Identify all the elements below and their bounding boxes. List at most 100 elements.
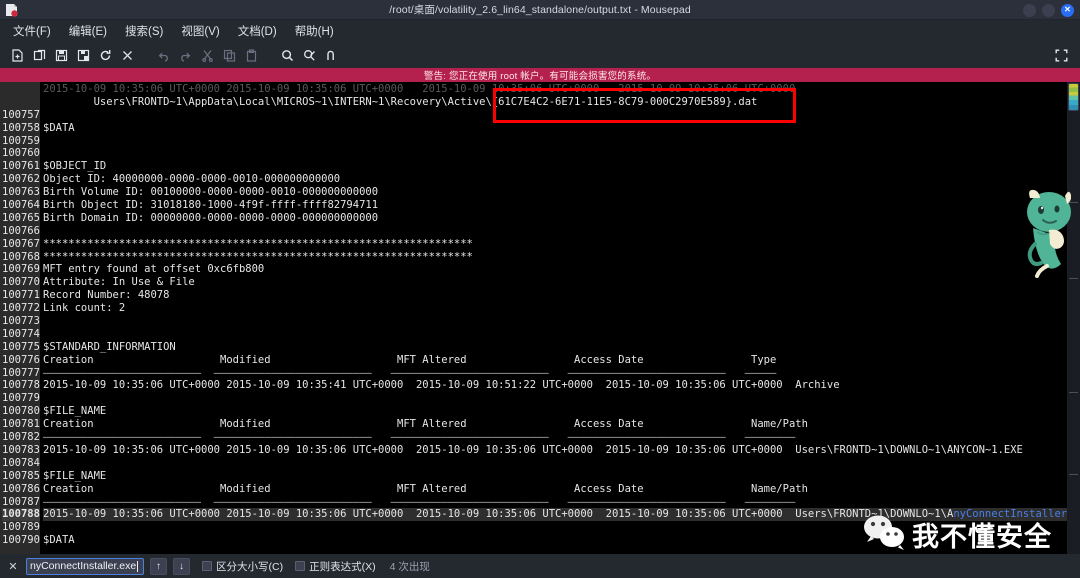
line-number: 100782 [2, 431, 40, 444]
cut-icon[interactable] [196, 44, 218, 66]
close-button[interactable]: ✕ [1061, 3, 1074, 17]
regex-label: 正则表达式(X) [309, 560, 376, 573]
line-number [2, 83, 40, 96]
code-line: ****************************************… [43, 250, 473, 263]
code-line: $OBJECT_ID [43, 160, 107, 173]
code-line: $STANDARD_INFORMATION [43, 340, 176, 353]
code-line: Creation Modified MFT Altered Access Dat… [43, 482, 808, 495]
undo-icon[interactable] [152, 44, 174, 66]
scrollbar-marker [1069, 474, 1078, 475]
menu-edit[interactable]: 编辑(E) [60, 21, 116, 41]
line-number: 100779 [2, 392, 40, 405]
menu-document[interactable]: 文档(D) [229, 21, 286, 41]
reload-icon[interactable] [94, 44, 116, 66]
line-number: 100771 [2, 289, 40, 302]
scrollbar-marker [1069, 278, 1078, 279]
find-previous-button[interactable]: ↑ [150, 557, 167, 575]
code-line: 2015-10-09 10:35:06 UTC+0000 2015-10-09 … [43, 83, 796, 95]
open-file-icon[interactable] [28, 44, 50, 66]
search-bar: ✕ nyConnectInstaller.exe ↑ ↓ 区分大小写(C) 正则… [0, 554, 1080, 578]
line-number: 100777 [2, 366, 40, 379]
code-line: $DATA [43, 534, 75, 547]
mousepad-window: /root/桌面/volatility_2.6_lin64_standalone… [0, 0, 1080, 578]
match-case-checkbox[interactable]: 区分大小写(C) [202, 559, 283, 574]
line-number: 100762 [2, 173, 40, 186]
line-number: 100773 [2, 315, 40, 328]
save-as-icon[interactable] [72, 44, 94, 66]
line-number: 100757 [2, 108, 40, 121]
line-number: 100769 [2, 263, 40, 276]
scrollbar-marker [1069, 202, 1078, 203]
minimize-button[interactable] [1023, 3, 1036, 17]
scrollbar-marker [1069, 392, 1078, 393]
code-line: Attribute: In Use & File [43, 276, 195, 289]
code-line: 2015-10-09 10:35:06 UTC+0000 2015-10-09 … [43, 508, 1080, 522]
line-number-gutter: 100757 100758 100759 100760 100761 100762 1007… [0, 82, 40, 554]
menu-search[interactable]: 搜索(S) [116, 21, 172, 41]
menu-file[interactable]: 文件(F) [4, 21, 60, 41]
new-file-icon[interactable] [6, 44, 28, 66]
code-line: $FILE_NAME [43, 469, 107, 482]
line-number: 100767 [2, 237, 40, 250]
vertical-scrollbar[interactable] [1067, 82, 1080, 554]
line-number: 100790 [2, 534, 40, 547]
code-line: 2015-10-09 10:35:06 UTC+0000 2015-10-09 … [43, 379, 840, 392]
line-number: 100785 [2, 469, 40, 482]
search-input-value: nyConnectInstaller.exe [30, 560, 137, 572]
code-line: MFT entry found at offset 0xc6fb800 [43, 263, 265, 276]
match-case-box[interactable] [202, 561, 212, 571]
line-number: 100764 [2, 199, 40, 212]
code-line: ————————————————————————— ——————————————… [43, 495, 796, 508]
scrollbar-thumb[interactable] [1068, 83, 1079, 111]
menu-help[interactable]: 帮助(H) [286, 21, 343, 41]
line-number [2, 96, 40, 109]
menu-view[interactable]: 视图(V) [172, 21, 228, 41]
maximize-button[interactable] [1042, 3, 1055, 17]
search-input[interactable]: nyConnectInstaller.exe [26, 557, 144, 575]
line-number: 100776 [2, 353, 40, 366]
line-number: 100778 [2, 379, 40, 392]
fullscreen-icon[interactable] [1050, 44, 1072, 66]
text-content[interactable]: 2015-10-09 10:35:06 UTC+0000 2015-10-09 … [40, 82, 1080, 554]
line-number: 100775 [2, 340, 40, 353]
editor-area[interactable]: 100757 100758 100759 100760 100761 100762 1007… [0, 82, 1080, 554]
close-search-icon[interactable]: ✕ [6, 560, 20, 573]
copy-icon[interactable] [218, 44, 240, 66]
code-line: $FILE_NAME [43, 405, 107, 418]
save-icon[interactable] [50, 44, 72, 66]
regex-checkbox[interactable]: 正则表达式(X) [295, 559, 376, 574]
find-next-button[interactable]: ↓ [173, 557, 190, 575]
code-line: 2015-10-09 10:35:06 UTC+0000 2015-10-09 … [43, 443, 1023, 456]
line-number: 100772 [2, 302, 40, 315]
line-number: 100763 [2, 186, 40, 199]
go-to-line-icon[interactable] [320, 44, 342, 66]
close-document-icon[interactable] [116, 44, 138, 66]
line-number: 100761 [2, 160, 40, 173]
line-number: 100759 [2, 134, 40, 147]
code-line: Users\FRONTD~1\AppData\Local\MICROS~1\IN… [43, 95, 758, 108]
window-controls: ✕ [1023, 0, 1074, 20]
text-caret [137, 560, 139, 572]
code-line: Birth Domain ID: 00000000-0000-0000-0000… [43, 211, 379, 224]
line-number: 100783 [2, 443, 40, 456]
line-number: 100780 [2, 405, 40, 418]
redo-icon[interactable] [174, 44, 196, 66]
code-line: Object ID: 40000000-0000-0000-0010-00000… [43, 173, 341, 186]
occurrence-count: 4 次出现 [389, 560, 430, 573]
find-icon[interactable] [276, 44, 298, 66]
regex-box[interactable] [295, 561, 306, 571]
root-warning-text: 警告: 您正在使用 root 帐户。有可能会损害您的系统。 [423, 71, 657, 82]
find-replace-icon[interactable] [298, 44, 320, 66]
code-line: Link count: 2 [43, 302, 126, 315]
tool-bar [0, 42, 1080, 68]
line-number: 100774 [2, 327, 40, 340]
paste-icon[interactable] [240, 44, 262, 66]
